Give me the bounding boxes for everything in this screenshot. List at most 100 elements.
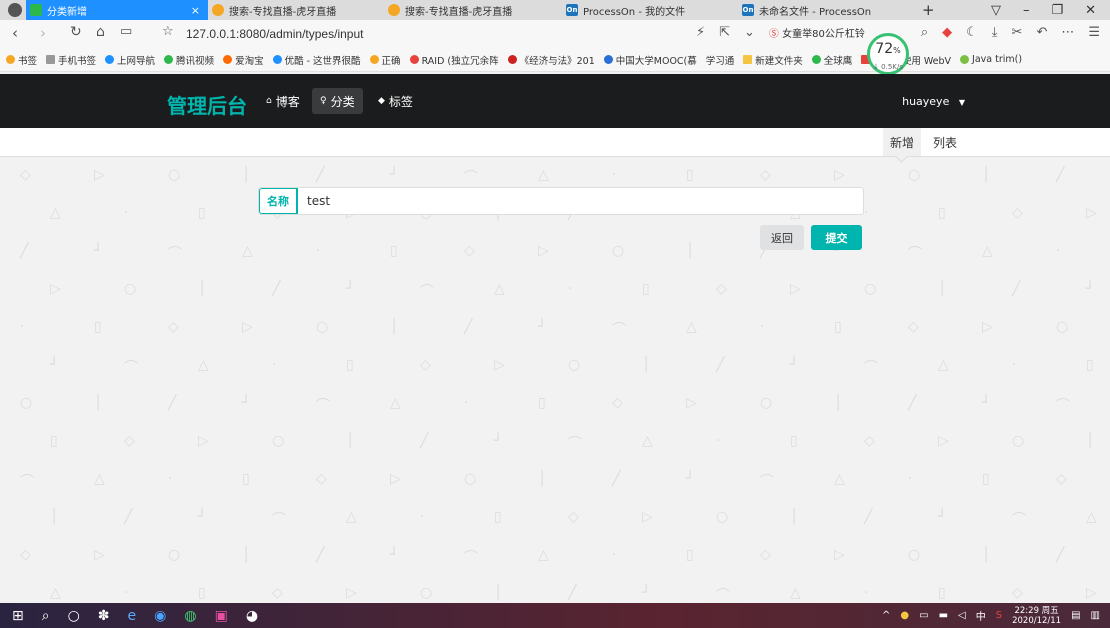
back-icon[interactable]: ‹ [12, 24, 18, 42]
submenu-add[interactable]: 新增 [883, 128, 921, 156]
nav-blog[interactable]: ⌂ 博客 [258, 88, 308, 114]
battery-icon[interactable]: ▬ [939, 610, 948, 621]
360-icon[interactable]: ◍ [184, 608, 196, 624]
game-icon[interactable]: ◆ [942, 25, 952, 40]
background-shape: △ [346, 509, 357, 525]
nav-tags[interactable]: ◆ 标签 [370, 88, 421, 114]
sogou-tray-icon[interactable]: S [996, 610, 1002, 621]
background-shape: ○ [864, 281, 877, 297]
background-shape: ◇ [716, 281, 727, 297]
background-shape: ╱ [420, 433, 429, 449]
bookmark[interactable]: 优酷 - 这世界很酷 [272, 53, 361, 67]
background-shape: ┘ [1086, 281, 1095, 297]
search-icon[interactable]: ⌕ [921, 25, 928, 40]
menu-icon[interactable]: ☰ [1088, 25, 1100, 40]
background-shape: ╱ [612, 471, 621, 487]
home-page-icon[interactable]: ⌂ [96, 24, 105, 40]
back-button[interactable]: 返回 [760, 225, 804, 250]
search-icon[interactable]: ⌕ [42, 608, 50, 624]
bookmark[interactable]: 新建文件夹 [743, 53, 803, 67]
cortana-icon[interactable]: ○ [68, 608, 80, 624]
tray-app-icon[interactable]: ● [900, 610, 909, 621]
background-shape: · [316, 243, 321, 259]
bookmark-label: 手机书签 [58, 55, 97, 67]
background-shape: ○ [568, 357, 581, 373]
ime-indicator[interactable]: 中 [976, 608, 986, 623]
forward-icon[interactable]: › [40, 24, 46, 42]
browser-tab-strip: 分类新增 × 搜索-专找直播-虎牙直播 搜索-专找直播-虎牙直播 On Proc… [0, 0, 1110, 20]
bookmark[interactable]: 上网导航 [105, 53, 155, 67]
background-shape: ⌒ [464, 170, 478, 186]
background-shape: ▷ [938, 433, 949, 449]
fan-app-icon[interactable]: ✽ [98, 608, 110, 624]
tab[interactable]: 搜索-专找直播-虎牙直播 [212, 0, 380, 20]
reload-icon[interactable]: ↻ [70, 24, 82, 40]
star-icon[interactable]: ☆ [162, 24, 174, 39]
undo-icon[interactable]: ↶ [1036, 25, 1047, 40]
bookmark[interactable]: 腾讯视频 [164, 53, 214, 67]
night-mode-icon[interactable]: ☾ [966, 25, 978, 40]
tab-label: 搜索-专找直播-虎牙直播 [405, 6, 513, 18]
bookmark[interactable]: 学习通 [706, 53, 735, 67]
ide-icon[interactable]: ▣ [215, 608, 228, 624]
close-window-icon[interactable]: ✕ [1085, 3, 1096, 18]
tab[interactable]: On 未命名文件 - ProcessOn [742, 0, 902, 20]
clock[interactable]: 22:29 周五 2020/12/11 [1012, 606, 1061, 626]
search-hint[interactable]: Ⓢ 女童举80公斤杠铃 [769, 25, 865, 40]
tab-active[interactable]: 分类新增 × [26, 0, 208, 20]
system-tray: ^ ● ▭ ▬ ◁ 中 S 22:29 周五 2020/12/11 ▤ ▥ [882, 603, 1100, 628]
share-icon[interactable]: ⇱ [719, 25, 730, 40]
background-shape: ┘ [50, 357, 59, 373]
bookmark[interactable]: Java trim() [960, 54, 1022, 65]
ie-browser-icon[interactable]: e [128, 608, 137, 624]
background-shape: ▷ [982, 319, 993, 335]
background-shape: ┘ [538, 319, 547, 335]
tab[interactable]: On ProcessOn - 我的文件 [566, 0, 734, 20]
more-icon[interactable]: ⋯ [1061, 25, 1074, 40]
browser-app-icon[interactable]: ◉ [154, 608, 166, 624]
restore-icon[interactable]: ❐ [1051, 3, 1063, 18]
volume-icon[interactable]: ◁ [958, 610, 966, 621]
chevron-down-icon[interactable]: ⌄ [744, 25, 755, 40]
scissors-icon[interactable]: ✂ [1012, 25, 1023, 40]
background-shape: ╱ [124, 509, 133, 525]
network-speed-meter[interactable]: 72% ↓ 0.5K/s [867, 33, 909, 75]
minimize-icon[interactable]: – [1023, 3, 1030, 18]
name-input[interactable] [299, 188, 875, 214]
new-tab-button[interactable]: + [922, 0, 935, 20]
reader-icon[interactable]: ▭ [120, 24, 132, 39]
tab[interactable]: 搜索-专找直播-虎牙直播 [388, 0, 556, 20]
notes-icon[interactable]: ▤ [1071, 610, 1080, 621]
bookmark[interactable]: 中国大学MOOC(慕 [603, 53, 697, 67]
close-tab-icon[interactable]: × [191, 4, 200, 17]
url-input[interactable]: 127.0.0.1:8080/admin/types/input [186, 27, 363, 41]
submit-button[interactable]: 提交 [811, 225, 862, 250]
bookmark[interactable]: 正确 [369, 53, 401, 67]
background-shape: │ [94, 395, 103, 411]
avatar-app-icon[interactable]: ◕ [246, 608, 258, 624]
nav-category[interactable]: ♀ 分类 [312, 88, 363, 114]
bookmark[interactable]: 全球鹰 [811, 53, 852, 67]
background-shape: ▷ [494, 357, 505, 373]
submenu-list[interactable]: 列表 [925, 128, 965, 156]
bookmark[interactable]: 手机书签 [46, 53, 96, 67]
brand-title[interactable]: 管理后台 [167, 90, 247, 119]
background-shape: ▷ [94, 167, 105, 183]
windows-start-icon[interactable]: ⊞ [12, 608, 24, 624]
background-shape: ▯ [982, 471, 990, 487]
notification-icon[interactable]: ▥ [1091, 610, 1100, 621]
bookmark[interactable]: RAID (独立冗余阵 [409, 53, 499, 67]
network-icon[interactable]: ▭ [919, 610, 928, 621]
user-menu[interactable]: huayeye ▼ [902, 95, 965, 108]
background-shape: ╱ [464, 319, 473, 335]
lightning-icon[interactable]: ⚡ [696, 25, 705, 40]
bookmark[interactable]: 爱淘宝 [223, 53, 264, 67]
download-icon[interactable]: ⤓ [992, 25, 998, 40]
background-shape: △ [538, 547, 549, 563]
chevron-up-icon[interactable]: ^ [882, 610, 890, 621]
bookmark[interactable]: 书签 [6, 53, 37, 67]
browser-avatar-icon[interactable] [8, 3, 22, 17]
bookmark[interactable]: 《经济与法》201 [507, 53, 595, 67]
shield-icon[interactable]: ▽ [991, 3, 1001, 18]
speed-percent: 72% [870, 36, 906, 64]
